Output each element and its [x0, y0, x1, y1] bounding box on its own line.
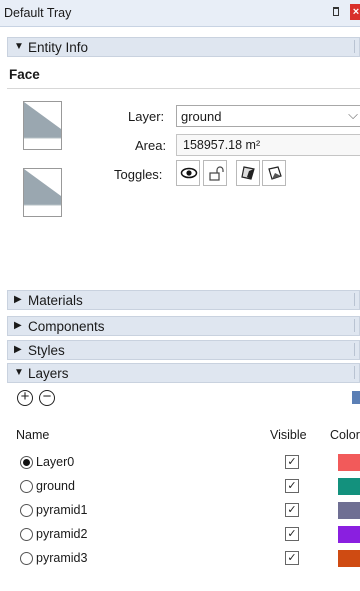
- panel-components-label: Components: [28, 319, 105, 334]
- cast-shadows-icon: [241, 166, 255, 180]
- layer-name[interactable]: Layer0: [36, 455, 74, 469]
- delete-layer-button[interactable]: −: [39, 389, 55, 406]
- active-layer-radio[interactable]: [20, 552, 33, 565]
- visible-checkbox[interactable]: ✓: [285, 527, 299, 541]
- panel-components-header[interactable]: ▶ Components: [7, 316, 360, 336]
- cast-shadows-toggle[interactable]: [236, 160, 260, 186]
- expand-triangle-icon: ▶: [14, 320, 22, 331]
- layer-label: Layer:: [128, 109, 165, 124]
- receive-shadows-toggle[interactable]: [262, 160, 286, 186]
- layer-name[interactable]: pyramid1: [36, 503, 87, 517]
- receive-shadows-icon: [268, 166, 282, 180]
- layer-color-swatch[interactable]: [338, 526, 360, 543]
- visible-checkbox[interactable]: ✓: [285, 551, 299, 565]
- table-row[interactable]: pyramid1 ✓: [0, 499, 360, 523]
- locked-toggle[interactable]: [203, 160, 227, 186]
- entity-type: Face: [9, 67, 40, 82]
- eye-icon: [180, 167, 198, 179]
- chevron-down-icon: ⌵: [348, 107, 358, 122]
- panel-styles-label: Styles: [28, 343, 65, 358]
- visible-checkbox[interactable]: ✓: [285, 479, 299, 493]
- visible-checkbox[interactable]: ✓: [285, 455, 299, 469]
- layer-color-swatch[interactable]: [338, 550, 360, 567]
- unlock-icon: [209, 166, 224, 181]
- table-row[interactable]: pyramid2 ✓: [0, 523, 360, 547]
- column-header-visible[interactable]: Visible: [270, 428, 307, 442]
- hidden-toggle[interactable]: [176, 160, 200, 186]
- layer-color-swatch[interactable]: [338, 502, 360, 519]
- area-label: Area:: [135, 138, 167, 153]
- panel-materials-label: Materials: [28, 293, 83, 308]
- table-row[interactable]: ground ✓: [0, 475, 360, 499]
- layer-name[interactable]: ground: [36, 479, 75, 493]
- panel-materials-header[interactable]: ▶ Materials: [7, 290, 360, 310]
- pin-icon[interactable]: [333, 7, 339, 16]
- layer-color-swatch[interactable]: [338, 478, 360, 495]
- area-value: 158957.18 m²: [183, 138, 261, 152]
- layer-select-value: ground: [181, 109, 222, 124]
- table-row[interactable]: Layer0 ✓: [0, 451, 360, 475]
- collapse-triangle-icon: ▼: [14, 41, 24, 52]
- panel-layers-label: Layers: [28, 366, 69, 381]
- layer-name[interactable]: pyramid3: [36, 551, 87, 565]
- back-material-swatch[interactable]: [23, 168, 62, 217]
- layer-details-icon[interactable]: [352, 391, 360, 404]
- active-layer-radio[interactable]: [20, 528, 33, 541]
- panel-entity-info-header[interactable]: ▼ Entity Info: [7, 37, 360, 57]
- close-icon[interactable]: ×: [350, 4, 360, 20]
- layer-name[interactable]: pyramid2: [36, 527, 87, 541]
- divider: [7, 88, 360, 89]
- tray-titlebar: Default Tray ×: [0, 0, 360, 27]
- toggles-label: Toggles:: [114, 167, 163, 182]
- layer-select[interactable]: ground ⌵: [176, 105, 360, 127]
- column-header-name[interactable]: Name: [16, 428, 49, 442]
- area-field: 158957.18 m²: [176, 134, 360, 156]
- front-material-swatch[interactable]: [23, 101, 62, 150]
- tray-title: Default Tray: [4, 6, 72, 20]
- layer-color-swatch[interactable]: [338, 454, 360, 471]
- active-layer-radio[interactable]: [20, 480, 33, 493]
- add-layer-button[interactable]: +: [17, 389, 33, 406]
- expand-triangle-icon: ▶: [14, 344, 22, 355]
- panel-entity-info-label: Entity Info: [28, 40, 89, 55]
- active-layer-radio[interactable]: [20, 456, 33, 469]
- collapse-triangle-icon: ▼: [14, 367, 24, 378]
- panel-styles-header[interactable]: ▶ Styles: [7, 340, 360, 360]
- active-layer-radio[interactable]: [20, 504, 33, 517]
- panel-layers-header[interactable]: ▼ Layers: [7, 363, 360, 383]
- expand-triangle-icon: ▶: [14, 294, 22, 305]
- table-row[interactable]: pyramid3 ✓: [0, 547, 360, 571]
- visible-checkbox[interactable]: ✓: [285, 503, 299, 517]
- column-header-color[interactable]: Color: [330, 428, 360, 442]
